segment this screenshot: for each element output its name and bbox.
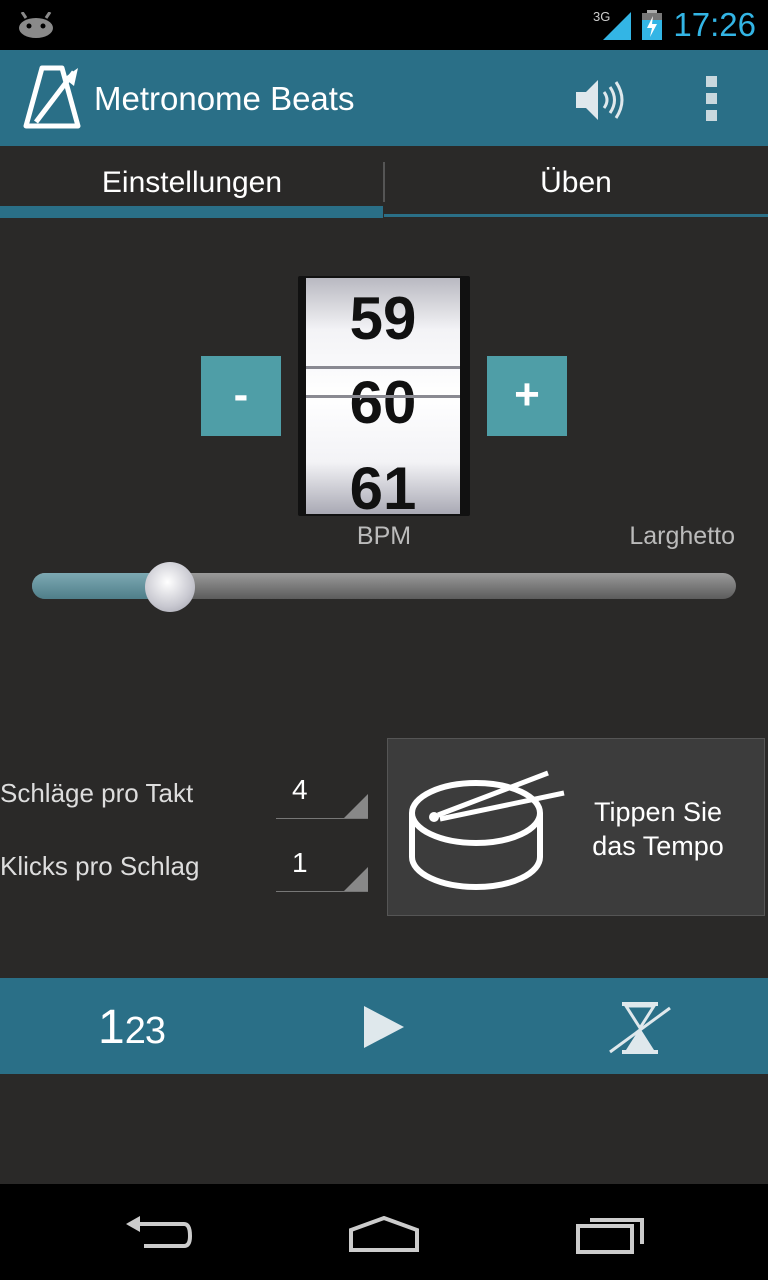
clicks-per-beat-label: Klicks pro Schlag [0, 851, 200, 881]
bpm-value-current[interactable]: 60 [306, 368, 460, 437]
volume-icon[interactable] [574, 78, 626, 127]
bpm-value-previous[interactable]: 59 [306, 284, 460, 353]
overflow-menu-icon[interactable] [704, 76, 718, 122]
clicks-per-beat-spinner[interactable]: 1 [276, 841, 368, 892]
tap-tempo-label-line1: Tippen Sie [593, 797, 723, 827]
play-icon[interactable] [362, 1004, 406, 1055]
tab-selected-indicator [0, 206, 383, 218]
picker-divider [306, 395, 460, 398]
spinner-arrow-icon [344, 794, 368, 818]
bpm-unit-label: BPM [356, 522, 412, 550]
beats-per-measure-value: 4 [292, 774, 308, 805]
home-icon[interactable] [347, 1215, 421, 1259]
beat-counter-small: 23 [124, 1010, 166, 1052]
network-type-label: 3G [593, 9, 610, 24]
bpm-picker[interactable]: 59 60 61 [298, 276, 470, 522]
tempo-slider-thumb[interactable] [145, 562, 195, 612]
system-nav-bar [0, 1184, 768, 1280]
beats-per-measure-spinner[interactable]: 4 [276, 768, 368, 819]
signal-icon: 3G [593, 8, 633, 47]
clicks-per-beat-value: 1 [292, 847, 308, 878]
metronome-logo-icon[interactable] [22, 64, 82, 135]
android-icon [18, 11, 54, 43]
decrease-bpm-button[interactable]: - [201, 356, 281, 436]
tempo-name-label: Larghetto [629, 522, 735, 550]
tab-underline [384, 214, 768, 217]
back-icon[interactable] [124, 1214, 194, 1259]
action-bar: Metronome Beats [0, 50, 768, 146]
battery-icon [641, 10, 663, 45]
tap-tempo-label-line2: das Tempo [592, 831, 724, 861]
app-title: Metronome Beats [94, 80, 355, 117]
bottom-toolbar: 123 [0, 978, 768, 1074]
tap-tempo-button[interactable]: Tippen Sie das Tempo [387, 738, 765, 916]
spinner-arrow-icon [344, 867, 368, 891]
recent-apps-icon[interactable] [574, 1212, 646, 1261]
drum-icon [408, 765, 568, 900]
timer-disabled-icon[interactable] [608, 1000, 672, 1061]
beats-per-measure-label: Schläge pro Takt [0, 778, 194, 808]
bpm-value-next[interactable]: 61 [306, 454, 460, 523]
status-bar: 3G 17:26 [0, 0, 768, 50]
tab-ueben[interactable]: Üben [384, 146, 768, 220]
status-time: 17:26 [673, 6, 756, 43]
tap-tempo-label: Tippen Sie das Tempo [578, 795, 738, 863]
beat-counter-icon[interactable]: 123 [98, 1000, 166, 1055]
beat-counter-big: 1 [98, 1001, 125, 1054]
increase-bpm-button[interactable]: + [487, 356, 567, 436]
